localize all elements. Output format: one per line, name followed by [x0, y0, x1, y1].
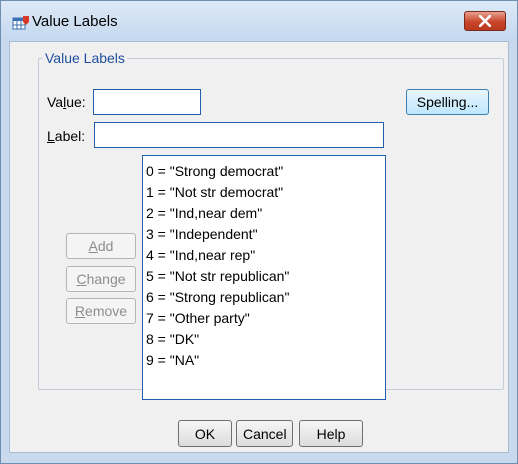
list-item[interactable]: 1 = "Not str democrat" [143, 182, 385, 203]
change-rest: hange [86, 271, 126, 287]
change-mnemonic: C [76, 271, 87, 287]
value-labels-dialog: Value Labels Value Labels Value: Spellin… [0, 0, 518, 464]
list-item[interactable]: 5 = "Not str republican" [143, 266, 385, 287]
label-label-suffix: abel: [54, 128, 86, 144]
list-item[interactable]: 4 = "Ind,near rep" [143, 245, 385, 266]
title-bar[interactable]: Value Labels [1, 1, 517, 41]
add-mnemonic: A [88, 238, 98, 254]
add-rest: dd [97, 238, 114, 254]
list-item[interactable]: 6 = "Strong republican" [143, 287, 385, 308]
list-item[interactable]: 2 = "Ind,near dem" [143, 203, 385, 224]
value-labels-list[interactable]: 0 = "Strong democrat" 1 = "Not str democ… [142, 155, 386, 400]
list-item[interactable]: 3 = "Independent" [143, 224, 385, 245]
value-input[interactable] [93, 89, 201, 115]
list-item[interactable]: 0 = "Strong democrat" [143, 161, 385, 182]
label-label-mnemonic: L [47, 128, 55, 144]
cancel-button[interactable]: Cancel [236, 420, 293, 447]
label-label: Label: [47, 128, 85, 144]
value-label-suffix: ue: [66, 94, 86, 110]
ok-button[interactable]: OK [178, 420, 232, 447]
value-labels-app-icon [12, 16, 29, 30]
remove-mnemonic: R [74, 303, 86, 319]
remove-button[interactable]: Remove [66, 298, 136, 324]
label-input[interactable] [94, 122, 384, 148]
add-button[interactable]: Add [66, 233, 136, 259]
list-item[interactable]: 9 = "NA" [143, 350, 385, 371]
list-item[interactable]: 7 = "Other party" [143, 308, 385, 329]
list-item[interactable]: 8 = "DK" [143, 329, 385, 350]
close-icon [479, 15, 491, 27]
spelling-button[interactable]: Spelling... [406, 89, 489, 115]
value-label-prefix: Va [47, 94, 64, 110]
change-button[interactable]: Change [66, 266, 136, 292]
remove-rest: emove [85, 303, 128, 319]
close-button[interactable] [464, 11, 506, 31]
value-label: Value: [47, 94, 86, 110]
window-title: Value Labels [32, 13, 118, 30]
group-legend: Value Labels [43, 50, 127, 66]
help-button[interactable]: Help [299, 420, 363, 447]
